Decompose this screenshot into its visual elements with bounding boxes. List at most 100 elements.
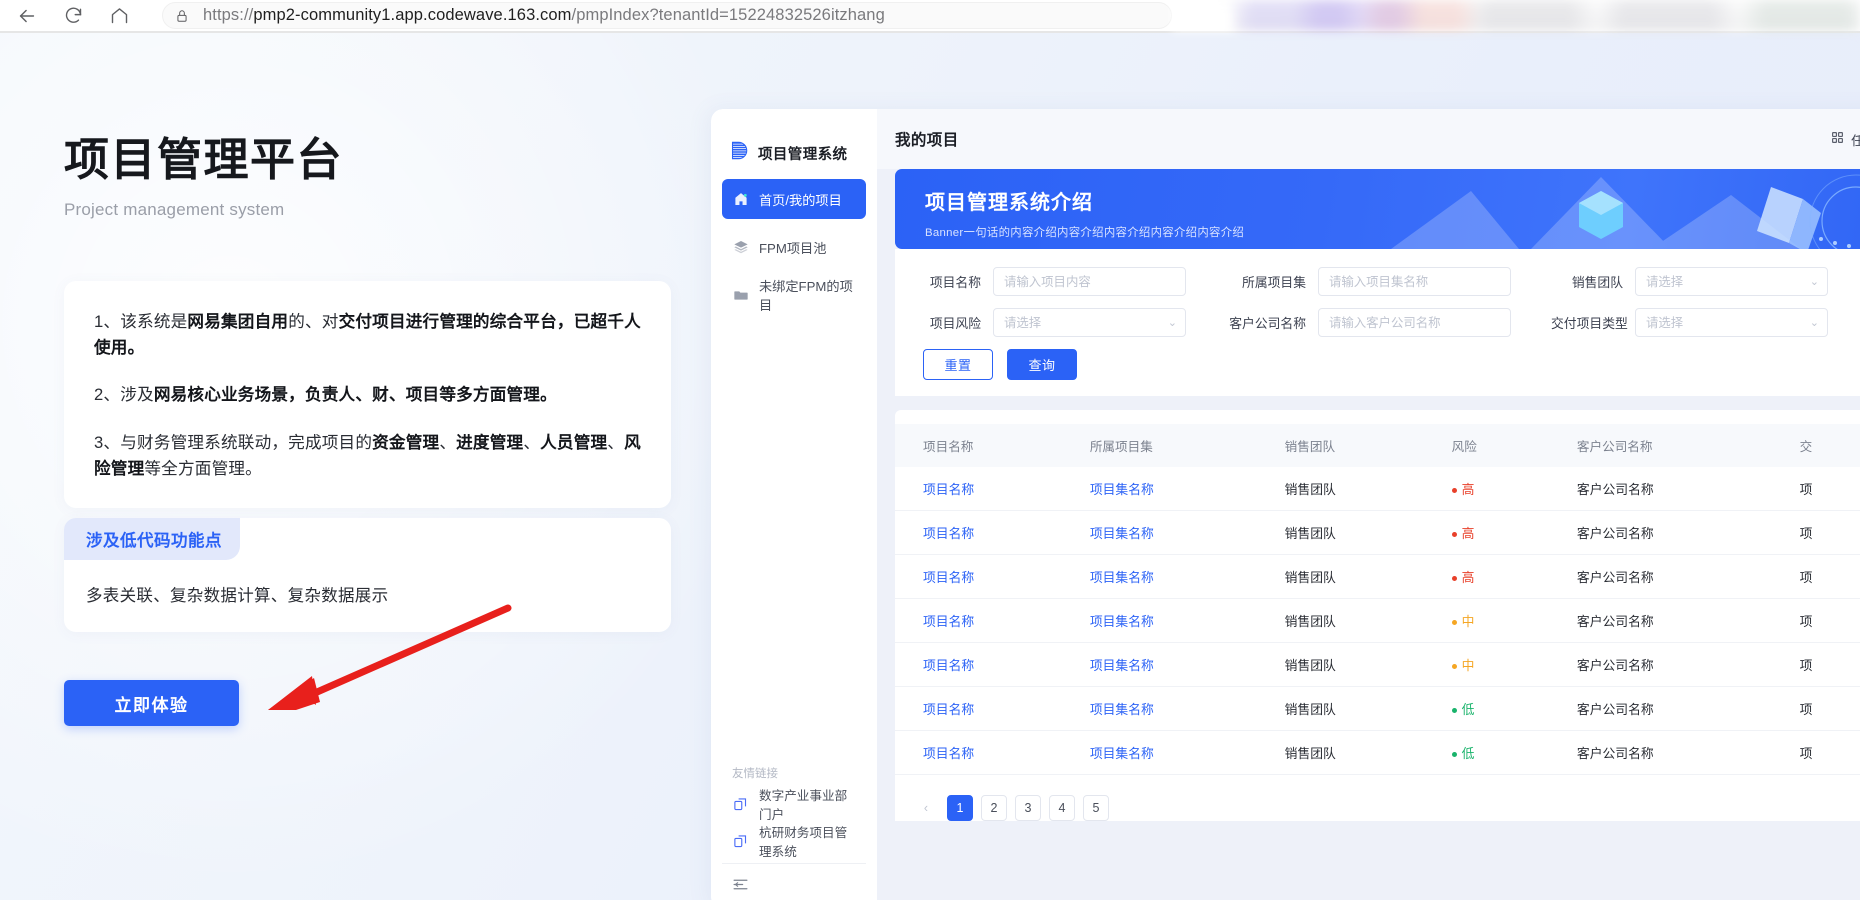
column-header-portfolio: 所属项目集	[1089, 424, 1285, 467]
cell-portfolio[interactable]: 项目集名称	[1089, 686, 1285, 731]
sidebar-item-label: FPM项目池	[759, 240, 827, 256]
intro-text: 、	[523, 433, 541, 453]
back-icon[interactable]	[10, 0, 44, 31]
filter-label: 销售团队	[1571, 275, 1623, 290]
task-center-label: 任务中	[1851, 133, 1860, 148]
sidebar-item-label: 首页/我的项目	[759, 192, 842, 208]
intro-emphasis: 网易集团自用	[187, 312, 289, 331]
table-row[interactable]: 项目名称 项目集名称 销售团队高 客户公司名称项	[895, 467, 1860, 511]
app-topbar: 我的项目 任务中	[877, 109, 1860, 169]
cell-delivery-type: 项	[1799, 642, 1860, 687]
projects-table-card: 项目名称 所属项目集 销售团队 风险 客户公司名称 交 项目名称 项目集名称 销售团…	[895, 410, 1860, 821]
filter-field-project-risk: 项目风险 ⌄	[907, 308, 1186, 337]
sidebar-item-home[interactable]: 首页/我的项目	[722, 179, 866, 219]
app-main: 我的项目 任务中	[877, 109, 1860, 900]
cell-portfolio[interactable]: 项目集名称	[1089, 598, 1285, 643]
lock-icon	[175, 8, 189, 24]
filter-row-2: 项目风险 ⌄ 客户公司名称 交付项目类型 ⌄	[895, 308, 1860, 337]
status-dot-icon	[1451, 576, 1457, 582]
cell-project-name[interactable]: 项目名称	[895, 642, 1090, 687]
friend-link-hangyan-finance[interactable]: 杭研财务项目管理系统	[722, 826, 866, 859]
cell-customer-company: 客户公司名称	[1576, 467, 1800, 511]
cell-project-name[interactable]: 项目名称	[895, 730, 1090, 775]
reload-icon[interactable]	[56, 0, 90, 31]
status-label: 高	[1461, 526, 1475, 541]
pagination: ‹ 1 2 3 4 5	[895, 775, 1860, 821]
cell-portfolio[interactable]: 项目集名称	[1089, 730, 1285, 775]
chevron-down-icon: ⌄	[1167, 317, 1177, 329]
page-button-4[interactable]: 4	[1049, 795, 1075, 821]
page-button-2[interactable]: 2	[981, 795, 1007, 821]
cell-portfolio[interactable]: 项目集名称	[1089, 467, 1285, 511]
cell-delivery-type: 项	[1799, 598, 1860, 643]
search-input-customer-company[interactable]	[1318, 308, 1511, 337]
cell-project-name[interactable]: 项目名称	[895, 510, 1090, 555]
intro-emphasis: 网易核心业务场景，负责人、财、项目等多方面管理。	[153, 385, 557, 405]
intro-index: 2、	[94, 385, 121, 405]
task-center-button[interactable]: 任务中	[1831, 130, 1860, 149]
cell-risk: 高	[1451, 467, 1577, 511]
table-row[interactable]: 项目名称 项目集名称 销售团队中 客户公司名称项	[895, 598, 1860, 643]
cell-project-name[interactable]: 项目名称	[895, 467, 1090, 511]
external-link-icon	[732, 796, 749, 813]
cell-risk: 低	[1451, 730, 1577, 775]
page-button-3[interactable]: 3	[1015, 795, 1041, 821]
status-badge: 中	[1451, 614, 1475, 629]
search-input-portfolio[interactable]	[1318, 267, 1511, 296]
filter-field-sales-team: 销售团队 ⌄	[1551, 267, 1828, 296]
status-label: 中	[1461, 614, 1475, 629]
intro-text: 的、对	[288, 312, 339, 331]
collapse-sidebar-icon[interactable]	[732, 876, 749, 898]
table-row[interactable]: 项目名称 项目集名称 销售团队高 客户公司名称项	[895, 554, 1860, 599]
cell-project-name[interactable]: 项目名称	[895, 598, 1090, 643]
status-label: 低	[1461, 702, 1475, 717]
cell-risk: 高	[1451, 510, 1577, 555]
sidebar-item-fpm-pool[interactable]: FPM项目池	[722, 227, 866, 267]
friend-link-label: 数字产业事业部门户	[759, 789, 848, 822]
address-bar-url: https://pmp2-community1.app.codewave.163…	[203, 6, 885, 25]
url-path: /pmpIndex?tenantId=15224832526itzhang	[571, 6, 885, 24]
filter-label: 项目风险	[929, 316, 981, 331]
home-icon[interactable]	[102, 0, 136, 31]
search-input-project-name[interactable]	[993, 267, 1186, 296]
sidebar-item-unbound-fpm[interactable]: 未绑定FPM的项目	[722, 275, 866, 315]
app-logo-icon	[728, 140, 749, 166]
select-sales-team[interactable]	[1635, 267, 1828, 296]
address-bar[interactable]: https://pmp2-community1.app.codewave.163…	[162, 2, 1172, 29]
page-button-1[interactable]: 1	[947, 795, 973, 821]
intro-text: 等全方面管理。	[144, 458, 262, 478]
page-button-5[interactable]: 5	[1083, 795, 1109, 821]
friend-link-digital-industry[interactable]: 数字产业事业部门户	[722, 789, 866, 822]
cell-delivery-type: 项	[1799, 554, 1860, 599]
sidebar-footer	[722, 863, 866, 900]
filter-label: 客户公司名称	[1229, 316, 1306, 331]
reset-button[interactable]: 重置	[923, 349, 993, 380]
cell-sales-team: 销售团队	[1284, 686, 1452, 731]
table-row[interactable]: 项目名称 项目集名称 销售团队高 客户公司名称项	[895, 510, 1860, 555]
select-project-risk[interactable]	[993, 308, 1186, 337]
banner-title: 项目管理系统介绍	[925, 192, 1093, 214]
filter-field-customer-company: 客户公司名称	[1226, 308, 1511, 337]
select-delivery-type[interactable]	[1635, 308, 1828, 337]
filter-field-delivery-type: 交付项目类型 ⌄	[1551, 308, 1828, 337]
cell-portfolio[interactable]: 项目集名称	[1089, 510, 1285, 555]
cell-risk: 中	[1451, 642, 1577, 687]
chevron-left-icon[interactable]: ‹	[913, 795, 939, 821]
table-row[interactable]: 项目名称 项目集名称 销售团队中 客户公司名称项	[895, 642, 1860, 687]
intro-text: 涉及	[120, 385, 154, 405]
intro-index: 3、	[94, 433, 121, 453]
cell-project-name[interactable]: 项目名称	[895, 686, 1090, 731]
query-button[interactable]: 查询	[1007, 349, 1077, 380]
cell-portfolio[interactable]: 项目集名称	[1089, 554, 1285, 599]
cell-sales-team: 销售团队	[1284, 730, 1452, 775]
cell-delivery-type: 项	[1799, 467, 1860, 511]
filter-field-project-name: 项目名称	[907, 267, 1186, 296]
cell-portfolio[interactable]: 项目集名称	[1089, 642, 1285, 687]
cell-delivery-type: 项	[1799, 510, 1860, 555]
table-row[interactable]: 项目名称 项目集名称 销售团队低 客户公司名称项	[895, 730, 1860, 775]
app-brand: 项目管理系统	[722, 129, 866, 171]
cell-customer-company: 客户公司名称	[1576, 510, 1800, 555]
try-now-button[interactable]: 立即体验	[64, 680, 239, 726]
table-row[interactable]: 项目名称 项目集名称 销售团队低 客户公司名称项	[895, 686, 1860, 731]
cell-project-name[interactable]: 项目名称	[895, 554, 1090, 599]
